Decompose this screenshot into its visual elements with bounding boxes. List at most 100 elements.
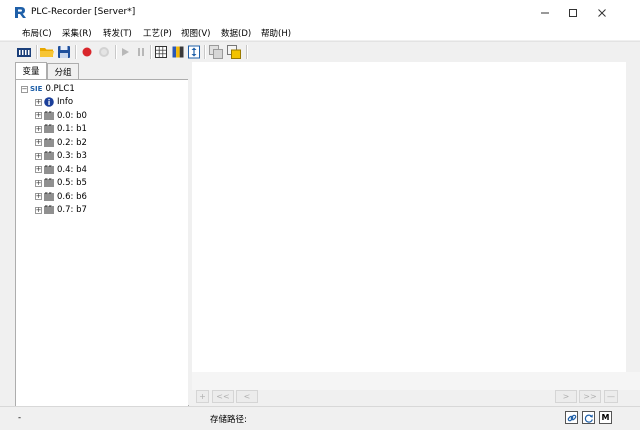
export-button[interactable] (226, 44, 242, 60)
next-page-button[interactable]: > (555, 390, 577, 403)
minimize-button[interactable] (530, 0, 560, 25)
tree-item-label: 0.4: b4 (57, 164, 87, 175)
tree-item[interactable]: + 0.3: b3 (35, 150, 87, 162)
digital-signal-icon (44, 111, 54, 120)
digital-signal-icon (44, 178, 54, 187)
stop-button[interactable] (96, 44, 112, 60)
tree-item[interactable]: + 0.6: b6 (35, 191, 87, 203)
expand-icon[interactable]: + (35, 112, 42, 119)
color-map-button[interactable] (170, 44, 186, 60)
toolbar-separator (246, 45, 248, 59)
first-page-button[interactable]: << (212, 390, 234, 403)
storage-path-label: 存储路径: (210, 415, 247, 425)
toolbar-separator (204, 45, 206, 59)
expand-icon[interactable]: + (35, 166, 42, 173)
tree-item-label: 0.6: b6 (57, 191, 87, 202)
record-button[interactable] (79, 44, 95, 60)
digital-signal-icon (44, 192, 54, 201)
digital-signal-icon (44, 165, 54, 174)
expand-icon[interactable]: + (35, 206, 42, 214)
tree-item-label: 0.1: b1 (57, 124, 87, 134)
export-icon (227, 45, 241, 59)
tree-item-label: 0.7: b7 (57, 205, 87, 215)
prev-page-button[interactable]: < (236, 390, 258, 403)
tree-item[interactable]: + Info (35, 96, 73, 108)
close-icon (598, 8, 606, 17)
menu-process[interactable]: 工艺(P) (143, 27, 172, 39)
tree-item[interactable]: + 0.2: b2 (35, 137, 87, 149)
last-page-button[interactable]: >> (579, 390, 601, 403)
expand-icon[interactable]: + (35, 125, 42, 133)
bottom-area (192, 372, 640, 390)
tree-item[interactable]: + 0.0: b0 (35, 110, 87, 122)
tab-groups[interactable]: 分组 (47, 63, 79, 79)
menu-forward[interactable]: 转发(T) (103, 27, 132, 39)
toolbar-separator (150, 45, 152, 59)
tree-item[interactable]: + 0.1: b1 (35, 123, 87, 135)
minimize-icon (541, 12, 549, 13)
expand-icon[interactable]: + (35, 152, 42, 160)
expand-icon[interactable]: + (35, 193, 42, 200)
save-button[interactable] (56, 44, 72, 60)
play-button[interactable] (117, 44, 133, 60)
expand-icon[interactable]: + (35, 139, 42, 146)
open-folder-icon (40, 48, 54, 57)
app-window: PLC-Recorder [Server*] 布局(C) 采集(R) 转发(T)… (0, 0, 640, 430)
tree-item-label: 0.2: b2 (57, 137, 87, 148)
save-icon (58, 46, 70, 58)
connection-button[interactable] (565, 411, 578, 424)
expand-icon[interactable]: + (35, 98, 42, 106)
tree-item[interactable]: + 0.7: b7 (35, 204, 87, 216)
tab-groups-label: 分组 (54, 67, 72, 78)
menu-layout[interactable]: 布局(C) (22, 27, 52, 39)
mode-m-button[interactable]: M (599, 411, 612, 424)
toolbar (0, 41, 640, 62)
sync-icon (584, 414, 593, 423)
stop-icon (99, 47, 109, 57)
tree-item[interactable]: + 0.4: b4 (35, 164, 87, 176)
right-margin (626, 62, 640, 372)
expand-icon[interactable]: + (35, 179, 42, 187)
menu-acquire[interactable]: 采集(R) (62, 27, 92, 39)
play-icon (122, 48, 129, 56)
tree-root[interactable]: − SIE 0.PLC1 (21, 83, 75, 95)
plc-device-button[interactable] (16, 44, 32, 60)
variable-tree: − SIE 0.PLC1 + Info + 0.0: b0 + 0.1: b1 … (15, 79, 189, 407)
maximize-button[interactable] (558, 0, 588, 25)
tree-item-label: 0.0: b0 (57, 110, 87, 121)
grid-icon (155, 46, 167, 58)
digital-signal-icon (44, 124, 54, 133)
open-button[interactable] (39, 44, 55, 60)
window-title: PLC-Recorder [Server*] (31, 7, 136, 17)
add-button[interactable]: + (196, 390, 209, 403)
maximize-icon (569, 8, 577, 17)
copy-window-button[interactable] (208, 44, 224, 60)
tree-item[interactable]: + 0.5: b5 (35, 177, 87, 189)
title-bar: PLC-Recorder [Server*] (0, 0, 640, 25)
copy-window-icon (209, 45, 223, 59)
digital-signal-icon (44, 151, 54, 160)
plc-device-icon (17, 48, 31, 57)
menu-view[interactable]: 视图(V) (181, 27, 210, 39)
tree-item-label: 0.5: b5 (57, 178, 87, 188)
sync-button[interactable] (582, 411, 595, 424)
menu-help[interactable]: 帮助(H) (261, 27, 291, 39)
menu-data[interactable]: 数据(D) (221, 27, 251, 39)
chart-area[interactable] (192, 62, 626, 372)
navigation-bar: + << < > >> — (192, 390, 626, 405)
fit-height-icon (188, 45, 200, 59)
menu-bar: 布局(C) 采集(R) 转发(T) 工艺(P) 视图(V) 数据(D) 帮助(H… (0, 25, 640, 40)
toolbar-separator (75, 45, 77, 59)
pause-button[interactable] (133, 44, 149, 60)
collapse-icon[interactable]: − (21, 85, 28, 93)
status-bar: - 存储路径: M (0, 406, 640, 430)
tab-variables[interactable]: 变量 (15, 62, 47, 79)
plc-brand-icon: SIE (30, 85, 43, 93)
tree-item-label: Info (57, 97, 74, 107)
plc-recorder-logo-icon (15, 7, 26, 18)
remove-button[interactable]: — (604, 390, 618, 403)
fit-height-button[interactable] (186, 44, 202, 60)
grid-button[interactable] (153, 44, 169, 60)
close-button[interactable] (587, 0, 617, 25)
status-text: - (18, 413, 22, 423)
